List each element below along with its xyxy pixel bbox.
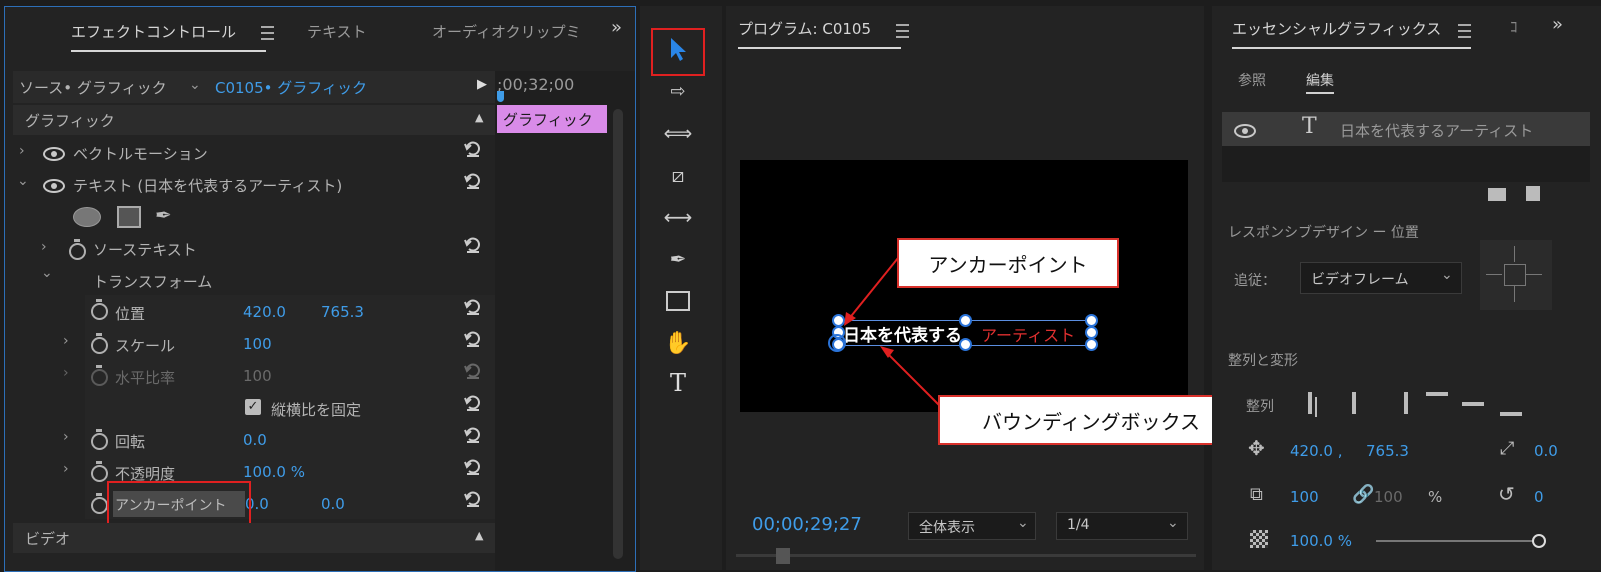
scale-icon: ⧉ xyxy=(1250,484,1263,505)
align-left-icon[interactable] xyxy=(1308,392,1312,414)
move-icon: ✥ xyxy=(1248,436,1265,460)
eye-icon[interactable] xyxy=(1234,124,1256,138)
opacity-icon xyxy=(1250,530,1268,548)
pin-left-line xyxy=(1486,274,1502,275)
tab-edit[interactable]: 編集 xyxy=(1306,70,1334,94)
anchor-tool-icon: ⤢ xyxy=(1500,438,1515,459)
align-center-v-icon[interactable] xyxy=(1462,402,1484,406)
align-bottom-icon[interactable] xyxy=(1500,412,1522,416)
folder-icon[interactable] xyxy=(1488,188,1506,201)
rotation-value[interactable]: 0 xyxy=(1534,488,1544,506)
essential-graphics-panel: エッセンシャルグラフィックス ｺ » 参照 編集 T 日本を代表するアーティスト… xyxy=(1212,6,1601,570)
follow-value: ビデオフレーム xyxy=(1311,272,1409,288)
layer-name: 日本を代表するアーティスト xyxy=(1340,122,1534,140)
overflow-icon[interactable]: » xyxy=(1552,14,1563,35)
chevron-down-icon: ⌄ xyxy=(1441,267,1453,283)
pin-bottom-line xyxy=(1514,286,1515,302)
anchor-value[interactable]: 0.0 xyxy=(1534,442,1558,460)
percent-label: % xyxy=(1428,488,1443,506)
pin-widget[interactable] xyxy=(1480,240,1552,310)
link-icon[interactable]: 🔗 xyxy=(1352,484,1374,505)
essential-graphics-title: エッセンシャルグラフィックス xyxy=(1232,20,1472,49)
layer-row[interactable]: T 日本を代表するアーティスト xyxy=(1222,112,1590,146)
layer-list: T 日本を代表するアーティスト xyxy=(1222,112,1590,182)
align-center-h-icon[interactable] xyxy=(1352,392,1356,414)
responsive-design-label: レスポンシブデザイン ー 位置 xyxy=(1228,225,1419,241)
pin-center-icon xyxy=(1504,264,1526,286)
tab-browse[interactable]: 参照 xyxy=(1238,70,1266,90)
position-y[interactable]: 765.3 xyxy=(1366,442,1409,460)
align-top-icon[interactable] xyxy=(1426,392,1448,396)
opacity-slider-thumb[interactable] xyxy=(1532,534,1546,548)
align-buttons xyxy=(1308,390,1522,416)
menu-icon[interactable] xyxy=(1458,24,1471,38)
pin-top-line xyxy=(1514,246,1515,262)
new-layer-icon[interactable] xyxy=(1526,186,1540,201)
align-label: 整列 xyxy=(1246,399,1274,415)
text-layer-icon: T xyxy=(1302,114,1317,139)
next-panel-tab[interactable]: ｺ xyxy=(1510,16,1518,37)
follow-dropdown[interactable]: ビデオフレーム ⌄ xyxy=(1300,262,1462,294)
follow-label: 追従： xyxy=(1234,273,1276,289)
align-transform-label: 整列と変形 xyxy=(1228,353,1298,369)
position-x[interactable]: 420.0 , xyxy=(1290,442,1342,460)
opacity-slider[interactable] xyxy=(1376,540,1536,542)
opacity-value[interactable]: 100.0 % xyxy=(1290,532,1352,550)
align-right-icon[interactable] xyxy=(1404,392,1408,414)
pin-right-line xyxy=(1526,274,1542,275)
scale2-value: 100 xyxy=(1374,488,1403,506)
rotation-icon: ↺ xyxy=(1498,482,1515,506)
callout-bounding-box: バウンディングボックス xyxy=(938,395,1244,445)
callout-anchor-point: アンカーポイント xyxy=(897,238,1119,288)
scale-value[interactable]: 100 xyxy=(1290,488,1319,506)
